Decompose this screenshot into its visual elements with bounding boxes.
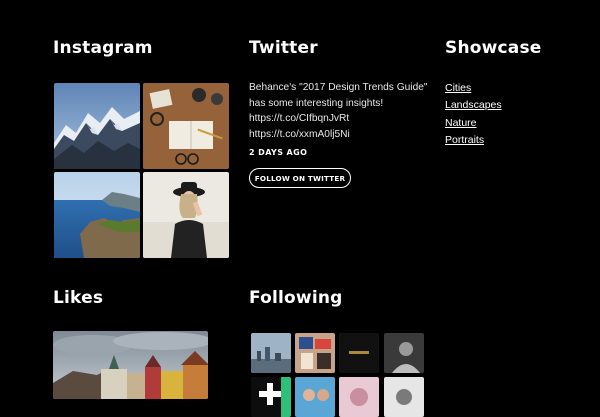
showcase-link-nature[interactable]: Nature (445, 117, 477, 129)
following-thumb-city[interactable] (251, 333, 291, 373)
follow-on-twitter-button[interactable]: FOLLOW ON TWITTER (249, 168, 351, 188)
following-thumb-dark-logo[interactable] (339, 333, 379, 373)
following-thumb-collage[interactable] (295, 333, 335, 373)
tweet-link[interactable]: https://t.co/xxmA0lj5Ni (249, 127, 439, 143)
instagram-photo-desk[interactable] (143, 83, 229, 169)
tweet-line: Behance's "2017 Design Trends Guide" (249, 82, 428, 93)
instagram-photo-portrait[interactable] (143, 172, 229, 258)
following-title: Following (249, 288, 343, 308)
following-thumb-people[interactable] (295, 377, 335, 417)
following-thumb-pink[interactable] (339, 377, 379, 417)
likes-title: Likes (53, 288, 104, 308)
instagram-photo-mountains[interactable] (54, 83, 140, 169)
instagram-title: Instagram (53, 38, 153, 58)
tweet-link[interactable]: https://t.co/CIfbqnJvRt (249, 111, 439, 127)
showcase-title: Showcase (445, 38, 542, 58)
showcase-link-portraits[interactable]: Portraits (445, 134, 484, 146)
following-thumb-bw-person[interactable] (384, 333, 424, 373)
showcase-link-landscapes[interactable]: Landscapes (445, 99, 502, 111)
tweet-timestamp: 2 DAYS AGO (249, 148, 308, 157)
likes-photo-town[interactable] (53, 331, 208, 399)
twitter-title: Twitter (249, 38, 318, 58)
following-thumb-plus-logo[interactable] (251, 377, 291, 417)
tweet-line: has some interesting insights! (249, 97, 384, 109)
showcase-link-cities[interactable]: Cities (445, 82, 471, 94)
instagram-photo-coast[interactable] (54, 172, 140, 258)
tweet-text: Behance's "2017 Design Trends Guide" has… (249, 80, 439, 142)
following-thumb-bw-portrait[interactable] (384, 377, 424, 417)
